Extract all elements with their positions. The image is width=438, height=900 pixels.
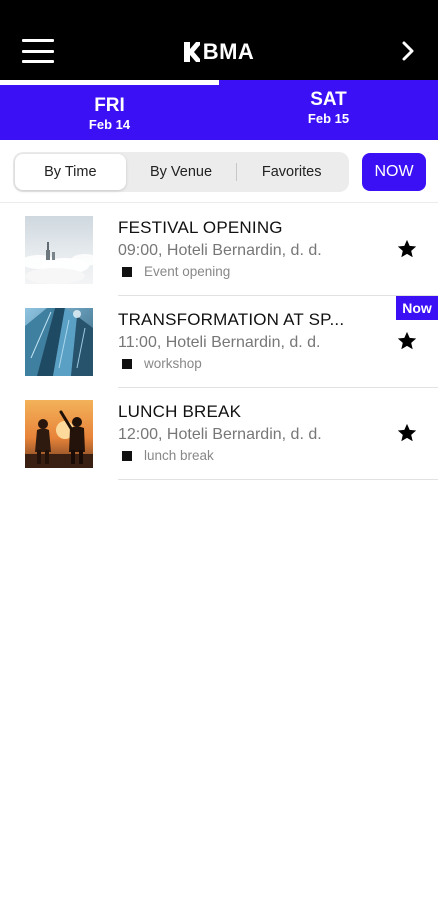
star-icon[interactable]: [396, 330, 418, 352]
session-item[interactable]: TRANSFORMATION AT SP... 11:00, Hoteli Be…: [0, 296, 438, 388]
tab-day-name: SAT: [310, 89, 347, 110]
session-title: LUNCH BREAK: [118, 402, 242, 421]
session-category: workshop: [144, 356, 202, 371]
chevron-right-icon[interactable]: [400, 40, 416, 62]
session-time-venue: 12:00, Hoteli Bernardin, d. d.: [118, 426, 322, 443]
tab-day-name: FRI: [94, 95, 125, 116]
row-divider: [118, 479, 438, 480]
app-screen: BMA FRI Feb 14 SAT Feb 15 By Time By Ven…: [0, 0, 438, 900]
filter-by-time[interactable]: By Time: [15, 154, 126, 190]
sunset-people-image: [25, 400, 93, 468]
glass-skyscrapers-image: [25, 308, 93, 376]
session-thumbnail: [25, 308, 93, 376]
divider: [0, 202, 438, 203]
tab-day-date: Feb 15: [307, 111, 350, 126]
bma-logo-mark-icon: [183, 42, 200, 62]
category-color-square: [122, 451, 132, 461]
sort-segmented-control: By Time By Venue Favorites: [13, 152, 349, 192]
clouds-aerial-image: [25, 216, 93, 284]
session-time-venue: 11:00, Hoteli Bernardin, d. d.: [118, 334, 321, 351]
session-item[interactable]: FESTIVAL OPENING 09:00, Hoteli Bernardin…: [0, 204, 438, 296]
filter-by-venue[interactable]: By Venue: [126, 154, 237, 190]
session-time-venue: 09:00, Hoteli Bernardin, d. d.: [118, 242, 322, 259]
star-icon[interactable]: [396, 422, 418, 444]
category-color-square: [122, 359, 132, 369]
session-thumbnail: [25, 400, 93, 468]
filter-row: By Time By Venue Favorites NOW: [13, 152, 427, 192]
now-button[interactable]: NOW: [362, 153, 426, 191]
app-logo: BMA: [0, 38, 438, 66]
session-category: Event opening: [144, 264, 231, 279]
day-tabs: FRI Feb 14 SAT Feb 15: [0, 80, 438, 140]
session-item[interactable]: LUNCH BREAK 12:00, Hoteli Bernardin, d. …: [0, 388, 438, 480]
session-title: FESTIVAL OPENING: [118, 218, 283, 237]
session-category: lunch break: [144, 448, 214, 463]
tab-day-sat[interactable]: SAT Feb 15: [219, 80, 438, 140]
top-app-bar: BMA: [0, 0, 438, 80]
category-color-square: [122, 267, 132, 277]
filter-favorites[interactable]: Favorites: [236, 154, 347, 190]
tab-day-date: Feb 14: [88, 117, 131, 132]
session-title: TRANSFORMATION AT SP...: [118, 310, 345, 329]
tab-day-fri[interactable]: FRI Feb 14: [0, 80, 219, 140]
session-thumbnail: [25, 216, 93, 284]
star-icon[interactable]: [396, 238, 418, 260]
session-list: FESTIVAL OPENING 09:00, Hoteli Bernardin…: [0, 204, 438, 480]
now-badge: Now: [396, 296, 438, 320]
logo-text: BMA: [202, 39, 255, 64]
